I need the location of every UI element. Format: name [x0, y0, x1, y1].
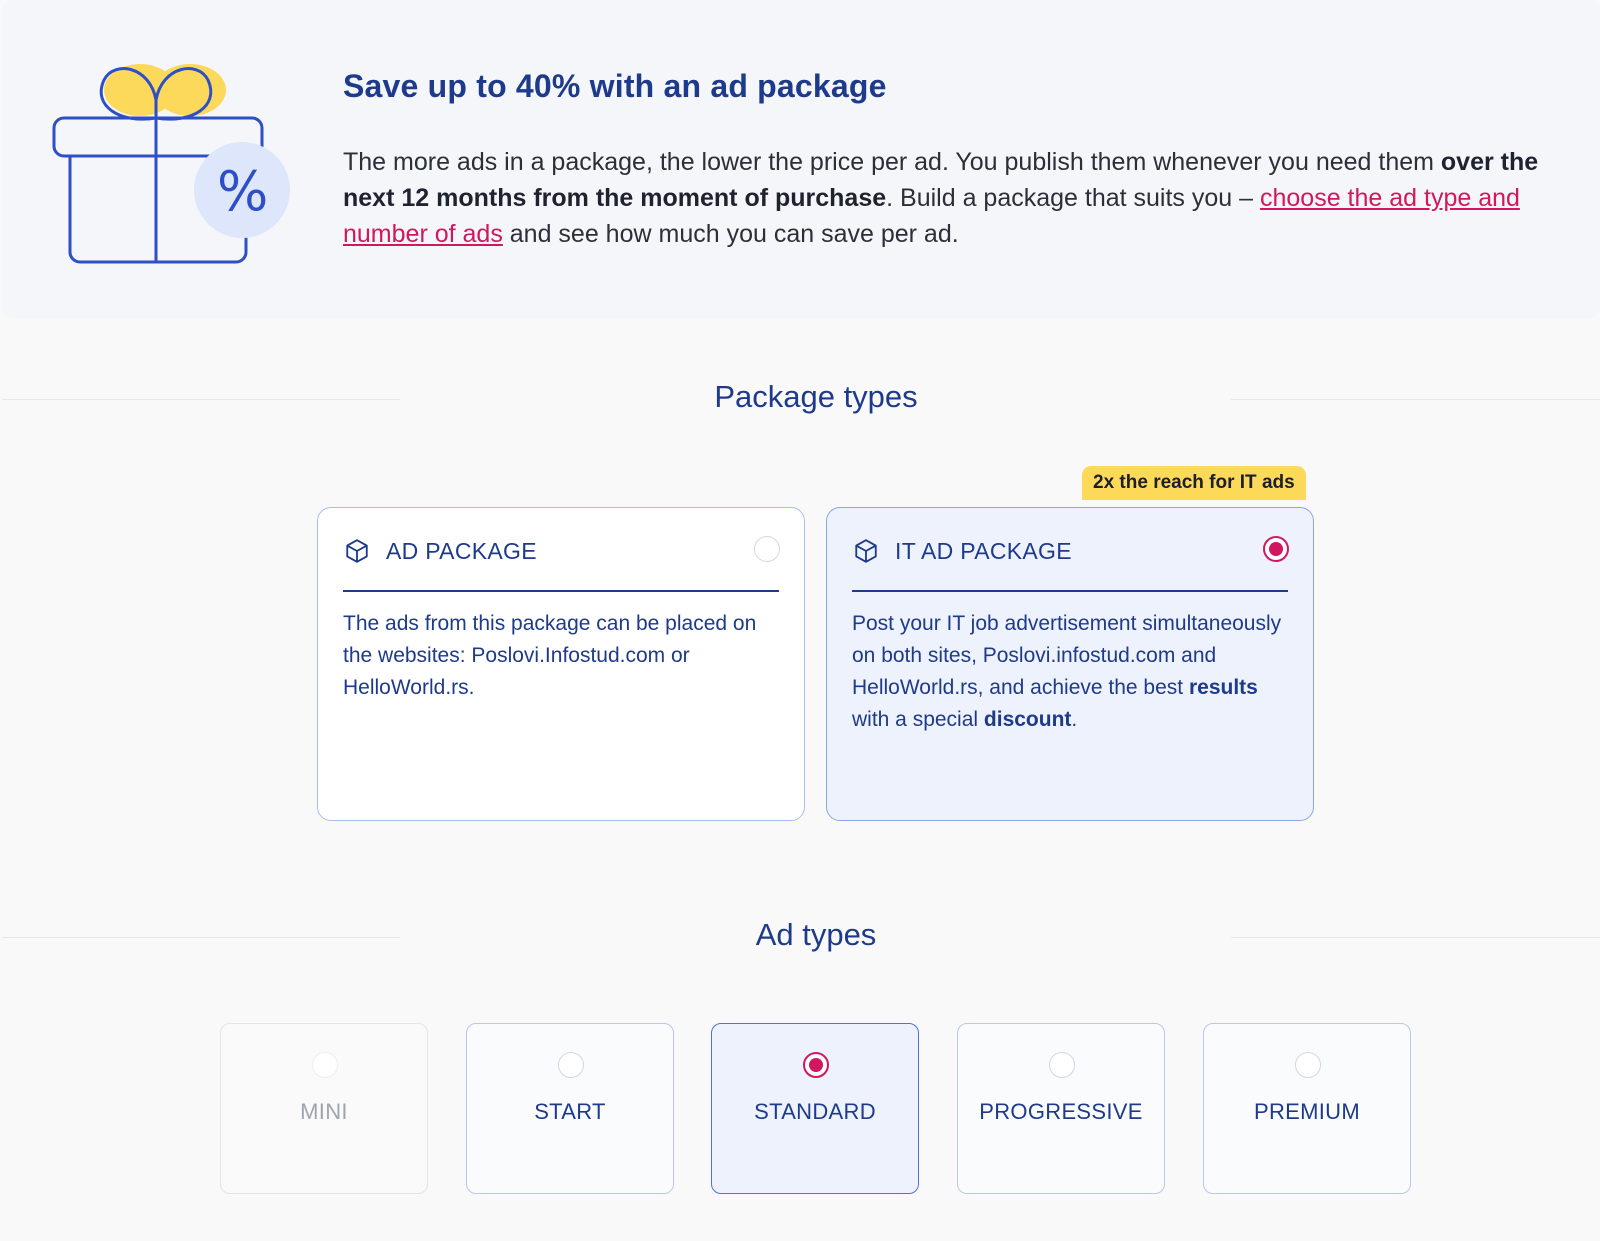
ad-type-premium[interactable]: PREMIUM	[1203, 1023, 1411, 1194]
ad-type-radio[interactable]	[558, 1052, 584, 1078]
it-ad-package-description: Post your IT job advertisement simultane…	[852, 608, 1292, 736]
ad-type-label: PROGRESSIVE	[979, 1099, 1143, 1124]
ad-type-label: MINI	[300, 1099, 348, 1124]
promo-text-part: and see how much you can save per ad.	[502, 220, 959, 248]
package-types-title: Package types	[714, 379, 918, 414]
ad-package-card[interactable]: AD PACKAGE The ads from this package can…	[317, 507, 805, 821]
card-divider	[852, 590, 1288, 592]
percent-sign: %	[217, 160, 269, 223]
cube-icon	[346, 539, 368, 563]
ad-type-radio[interactable]	[803, 1052, 829, 1078]
ad-type-standard[interactable]: STANDARD	[711, 1023, 919, 1194]
promo-text-part: The more ads in a package, the lower the…	[343, 148, 1441, 176]
desc-part: with a special	[852, 708, 984, 731]
promo-title: Save up to 40% with an ad package	[343, 68, 887, 104]
ad-package-description: The ads from this package can be placed …	[343, 612, 757, 699]
promo-text-part: . Build a package that suits you –	[886, 184, 1260, 212]
cube-icon	[855, 539, 877, 563]
ad-type-radio[interactable]	[1295, 1052, 1321, 1078]
divider-line	[1231, 937, 1600, 938]
ad-type-progressive[interactable]: PROGRESSIVE	[957, 1023, 1165, 1194]
it-ad-package-radio[interactable]	[1263, 536, 1289, 562]
ad-package-name: AD PACKAGE	[386, 538, 537, 564]
ad-type-mini[interactable]: MINI	[220, 1023, 428, 1194]
ad-type-label: STANDARD	[754, 1099, 876, 1124]
ad-type-label: START	[534, 1099, 606, 1124]
desc-part: .	[1071, 708, 1078, 731]
promo-banner: % Save up to 40% with an ad package The …	[2, 0, 1600, 318]
page: % Save up to 40% with an ad package The …	[0, 0, 1600, 1241]
ad-type-radio[interactable]	[312, 1052, 338, 1078]
ad-type-label: PREMIUM	[1254, 1099, 1360, 1124]
desc-bold: discount	[983, 708, 1072, 731]
card-divider	[343, 590, 779, 592]
ad-types-header: Ad types	[0, 917, 1600, 957]
ad-package-radio[interactable]	[754, 536, 780, 562]
it-ad-package-name: IT AD PACKAGE	[895, 538, 1072, 564]
it-reach-badge: 2x the reach for IT ads	[1082, 466, 1306, 500]
ad-type-start[interactable]: START	[466, 1023, 674, 1194]
package-types-header: Package types	[0, 379, 1600, 419]
ad-type-radio[interactable]	[1049, 1052, 1075, 1078]
divider-line	[1231, 399, 1600, 400]
ad-types-title: Ad types	[755, 917, 877, 952]
desc-bold: results	[1188, 676, 1258, 699]
promo-description: The more ads in a package, the lower the…	[343, 144, 1563, 252]
it-ad-package-card[interactable]: IT AD PACKAGE Post your IT job advertise…	[826, 507, 1314, 821]
